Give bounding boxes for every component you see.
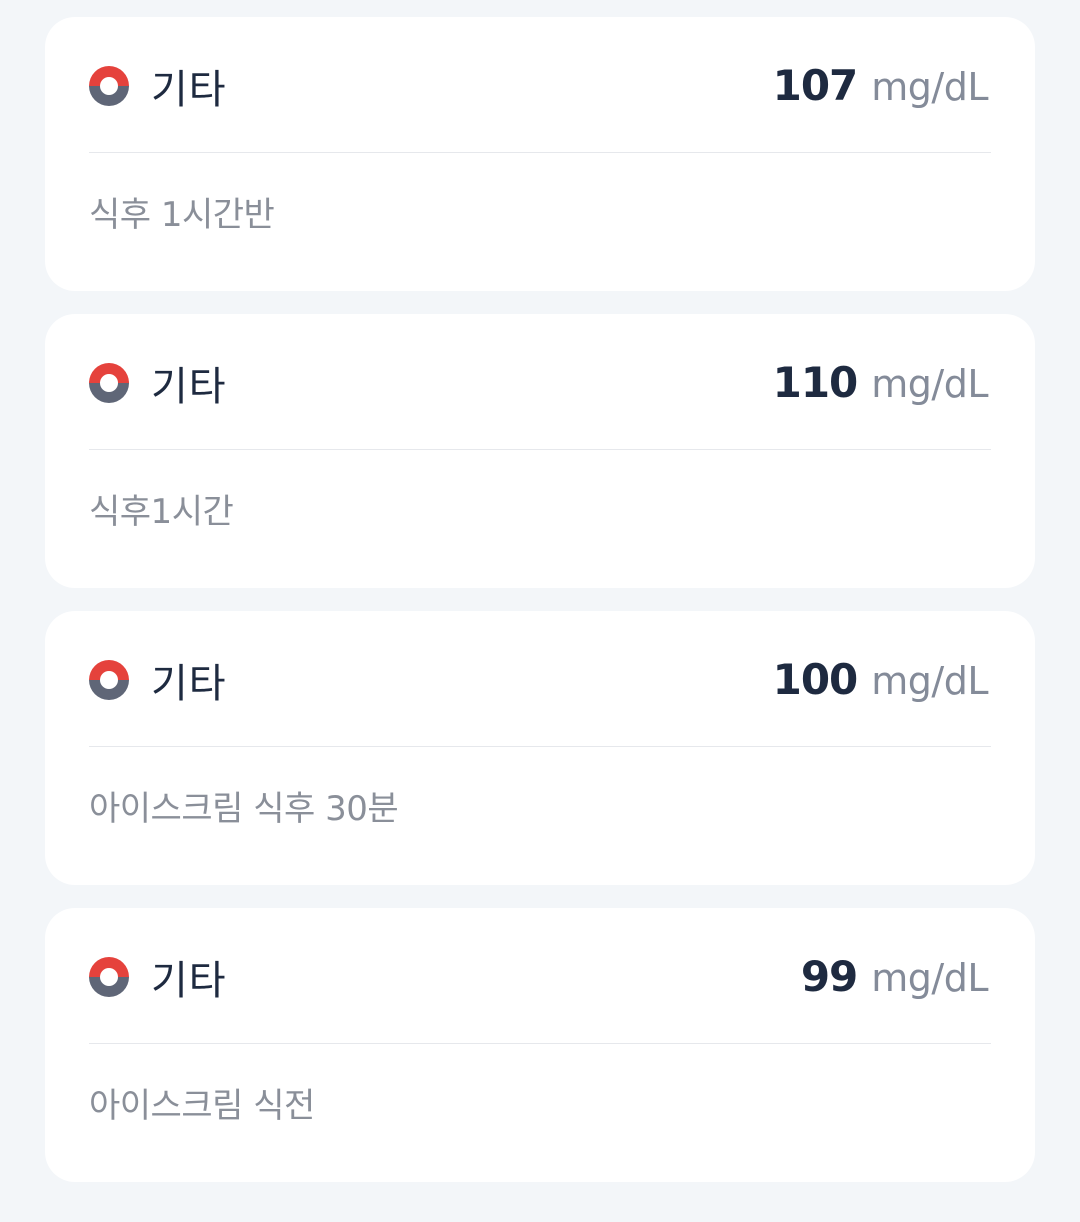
record-type: 기타 — [89, 354, 227, 412]
record-value-group: 100 mg/dL — [772, 655, 989, 704]
record-card[interactable]: 기타 100 mg/dL 아이스크림 식후 30분 — [45, 611, 1035, 885]
record-card[interactable]: 기타 110 mg/dL 식후1시간 — [45, 314, 1035, 588]
glucose-record-icon — [89, 362, 129, 403]
record-type-label: 기타 — [151, 363, 227, 410]
glucose-record-icon — [89, 956, 129, 997]
glucose-value: 110 — [772, 358, 859, 407]
record-memo: 아이스크림 식전 — [89, 1086, 315, 1126]
record-memo: 아이스크림 식후 30분 — [89, 789, 399, 829]
record-type-label: 기타 — [151, 660, 227, 707]
record-value-group: 107 mg/dL — [772, 61, 989, 110]
record-card[interactable]: 기타 99 mg/dL 아이스크림 식전 — [45, 908, 1035, 1182]
record-type-label: 기타 — [151, 957, 227, 1004]
record-header: 기타 99 mg/dL — [89, 908, 991, 1044]
record-value-group: 110 mg/dL — [772, 358, 989, 407]
record-header: 기타 100 mg/dL — [89, 611, 991, 747]
glucose-unit: mg/dL — [871, 659, 988, 703]
record-memo: 식후1시간 — [89, 492, 234, 532]
glucose-record-icon — [89, 659, 129, 700]
record-memo: 식후 1시간반 — [89, 195, 275, 235]
glucose-unit: mg/dL — [871, 956, 988, 1000]
record-type-label: 기타 — [151, 66, 227, 113]
glucose-value: 99 — [800, 952, 858, 1001]
glucose-value: 107 — [772, 61, 859, 110]
glucose-record-list: 기타 107 mg/dL 식후 1시간반 기타 110 mg/dL 식후1시간 … — [45, 17, 1035, 1205]
glucose-unit: mg/dL — [871, 65, 988, 109]
record-type: 기타 — [89, 948, 227, 1006]
record-type: 기타 — [89, 57, 227, 115]
record-type: 기타 — [89, 651, 227, 709]
record-card[interactable]: 기타 107 mg/dL 식후 1시간반 — [45, 17, 1035, 291]
glucose-unit: mg/dL — [871, 362, 988, 406]
record-value-group: 99 mg/dL — [800, 952, 989, 1001]
glucose-value: 100 — [772, 655, 859, 704]
record-header: 기타 107 mg/dL — [89, 17, 991, 153]
record-header: 기타 110 mg/dL — [89, 314, 991, 450]
glucose-record-icon — [89, 65, 129, 106]
